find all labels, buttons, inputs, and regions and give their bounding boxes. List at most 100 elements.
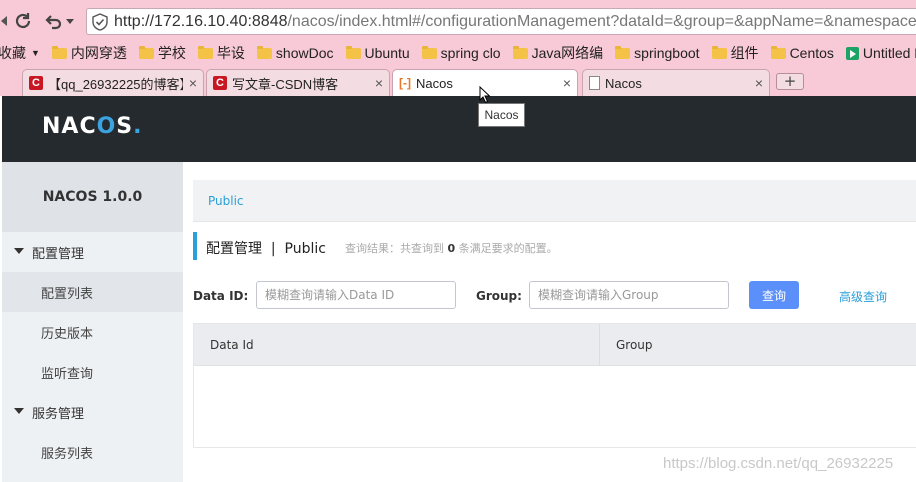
bookmark-folder[interactable]: springboot xyxy=(615,45,700,61)
close-icon[interactable]: × xyxy=(755,75,763,91)
bookmark-label: Ubuntu xyxy=(364,45,410,61)
folder-icon xyxy=(138,45,154,59)
caret-down-icon xyxy=(14,408,24,414)
url-text[interactable]: http://172.16.10.40:8848/nacos/index.htm… xyxy=(114,13,916,31)
bookmark-label: showDoc xyxy=(275,45,334,61)
folder-icon xyxy=(512,45,528,59)
bookmarks-bar: 收藏 ▼ 内网穿透 学校 毕设 showDoc Ubuntu spring clo… xyxy=(0,42,916,64)
bookmark-folder[interactable]: 毕设 xyxy=(197,43,245,63)
csdn-icon: C xyxy=(29,76,43,90)
tab-csdn-write[interactable]: C 写文章-CSDN博客 × xyxy=(206,69,390,96)
group-input[interactable] xyxy=(529,281,729,309)
logo-text: NAC xyxy=(42,114,97,139)
folder-icon xyxy=(421,45,437,59)
reload-icon[interactable] xyxy=(10,8,36,34)
version-label: NACOS 1.0.0 xyxy=(2,162,183,232)
close-icon[interactable]: × xyxy=(563,75,571,91)
browser-chrome: http://172.16.10.40:8848/nacos/index.htm… xyxy=(0,0,916,96)
bookmark-label: Centos xyxy=(789,45,834,61)
advanced-query-link[interactable]: 高级查询 xyxy=(839,288,887,305)
bookmark-label: 学校 xyxy=(157,45,186,61)
new-tab-button[interactable]: + xyxy=(776,73,804,90)
bookmark-label: spring clo xyxy=(440,45,501,61)
tab-label: 【qq_26932225的博客】 xyxy=(48,76,183,92)
sidebar-group-config[interactable]: 配置管理 xyxy=(2,232,183,272)
url-path: /nacos/index.html#/configurationManageme… xyxy=(287,12,916,30)
bookmark-folder[interactable]: 组件 xyxy=(711,43,759,63)
bookmark-label: 组件 xyxy=(730,45,759,61)
table-body-empty xyxy=(194,366,916,448)
column-header-group[interactable]: Group xyxy=(599,324,916,366)
nacos-icon: [-] xyxy=(399,76,411,90)
tab-label: 写文章-CSDN博客 xyxy=(232,76,339,92)
tab-label: Nacos xyxy=(605,75,642,91)
app-header: NACOS. xyxy=(2,96,916,162)
page-title-namespace: Public xyxy=(284,241,326,257)
query-button[interactable]: 查询 xyxy=(749,281,799,309)
close-icon[interactable]: × xyxy=(375,75,383,91)
chevron-down-icon: ▼ xyxy=(31,48,40,58)
folder-icon xyxy=(345,45,361,59)
folder-icon xyxy=(770,45,786,59)
folder-icon xyxy=(51,45,67,59)
namespace-bar: Public xyxy=(193,180,916,222)
dataid-input[interactable] xyxy=(256,281,456,309)
browser-nav-row: http://172.16.10.40:8848/nacos/index.htm… xyxy=(0,0,916,42)
query-result-count: 0 xyxy=(447,242,456,255)
sidebar-group-label: 服务管理 xyxy=(32,406,85,422)
tab-strip: C 【qq_26932225的博客】 × C 写文章-CSDN博客 × [-] … xyxy=(0,66,916,96)
url-host: http://172.16.10.40:8848 xyxy=(114,12,288,30)
logo-text-tail: S xyxy=(116,114,134,139)
bookmark-label: Java网络编 xyxy=(531,45,604,61)
bookmark-label: 收藏 xyxy=(0,45,26,61)
bookmark-folder[interactable]: Ubuntu xyxy=(345,45,410,61)
bookmark-folder[interactable]: spring clo xyxy=(421,45,501,61)
bookmark-label: 毕设 xyxy=(216,45,245,61)
bookmark-label: 内网穿透 xyxy=(70,45,127,61)
history-dropdown-icon[interactable] xyxy=(63,8,77,34)
namespace-public-link[interactable]: Public xyxy=(208,194,244,208)
sidebar-item-history[interactable]: 历史版本 xyxy=(2,312,183,352)
query-result-summary: 查询结果：共查询到 0 条满足要求的配置。 xyxy=(345,240,558,256)
query-result-prefix: 查询结果：共查询到 xyxy=(345,242,444,255)
play-icon xyxy=(845,46,859,60)
group-label: Group: xyxy=(476,289,522,303)
folder-icon xyxy=(256,45,272,59)
sidebar-group-service[interactable]: 服务管理 xyxy=(2,392,183,432)
sidebar-item-config-list[interactable]: 配置列表 xyxy=(2,272,183,312)
tab-nacos[interactable]: Nacos × xyxy=(582,69,770,96)
address-bar[interactable]: http://172.16.10.40:8848/nacos/index.htm… xyxy=(86,8,916,35)
config-table: Data Id Group xyxy=(193,323,916,448)
bookmark-folder[interactable]: Centos xyxy=(770,45,834,61)
nacos-logo[interactable]: NACOS. xyxy=(42,114,143,139)
caret-down-icon xyxy=(14,248,24,254)
sidebar-group-label: 配置管理 xyxy=(32,246,85,262)
sidebar-item-service-list[interactable]: 服务列表 xyxy=(2,432,183,472)
folder-icon xyxy=(711,45,727,59)
column-header-data-id[interactable]: Data Id xyxy=(194,324,599,366)
folder-icon xyxy=(197,45,213,59)
logo-accent: O xyxy=(96,114,117,139)
bookmark-folder[interactable]: 学校 xyxy=(138,43,186,63)
bookmark-folder[interactable]: showDoc xyxy=(256,45,334,61)
bookmark-label: Untitled D xyxy=(862,45,916,61)
bookmark-favorites[interactable]: 收藏 ▼ xyxy=(0,43,40,63)
close-icon[interactable]: × xyxy=(189,75,197,91)
tab-csdn-blog[interactable]: C 【qq_26932225的博客】 × xyxy=(22,69,204,96)
bookmark-folder[interactable]: Java网络编 xyxy=(512,43,604,63)
folder-icon xyxy=(615,45,631,59)
bookmark-link[interactable]: Untitled D xyxy=(845,45,916,61)
sidebar: NACOS 1.0.0 配置管理 配置列表 历史版本 监听查询 服务管理 服务列… xyxy=(2,162,183,482)
logo-dot: . xyxy=(133,114,143,139)
bookmark-label: springboot xyxy=(634,45,700,61)
mouse-cursor-icon xyxy=(479,85,491,108)
csdn-icon: C xyxy=(213,76,227,90)
title-accent-bar xyxy=(193,232,197,260)
page-icon xyxy=(589,76,600,90)
page-title-text: 配置管理 xyxy=(206,241,262,257)
bookmark-folder[interactable]: 内网穿透 xyxy=(51,43,127,63)
page-title-separator: | xyxy=(270,241,276,257)
sidebar-item-listener-query[interactable]: 监听查询 xyxy=(2,352,183,392)
query-result-suffix: 条满足要求的配置。 xyxy=(458,242,558,255)
shield-check-icon xyxy=(92,12,108,31)
